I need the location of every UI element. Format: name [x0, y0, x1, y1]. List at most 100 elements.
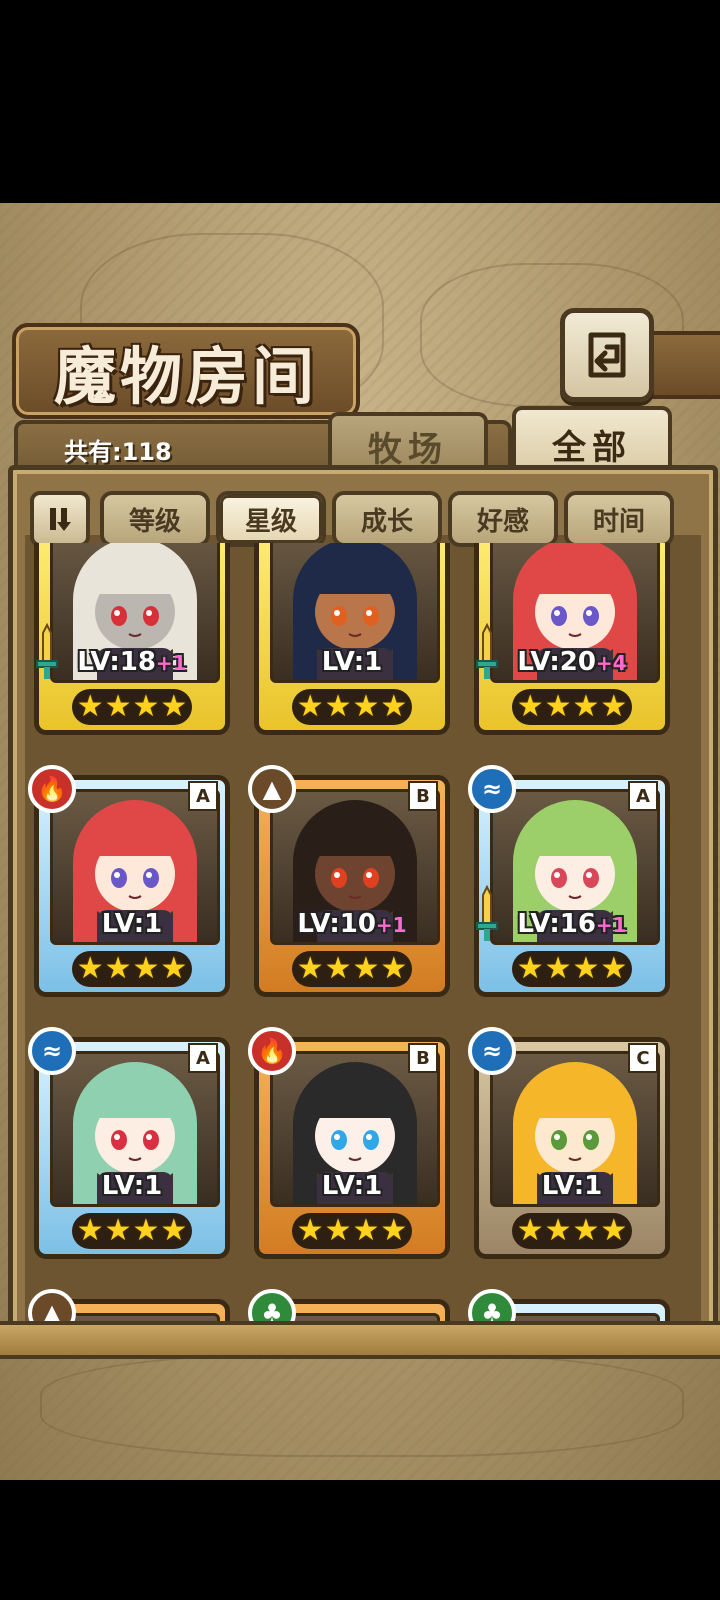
panel-bottom-rail — [0, 1321, 720, 1359]
map-decoration — [40, 1353, 684, 1457]
star-icon: ★ — [296, 1213, 324, 1248]
sort-order-toggle[interactable] — [30, 491, 90, 547]
navigation-bar-area — [0, 1480, 720, 1600]
star-icon: ★ — [516, 1213, 544, 1248]
page-title: 魔物房间 — [53, 340, 318, 413]
monster-level: LV:16+1 — [474, 909, 670, 939]
level-bonus: +1 — [155, 651, 187, 675]
star-icon: ★ — [572, 689, 600, 724]
star-icon: ★ — [104, 689, 132, 724]
star-icon: ★ — [516, 689, 544, 724]
monster-level: LV:20+4 — [474, 647, 670, 677]
monster-card[interactable]: LV:20+4 ★ ★ ★ ★ — [474, 543, 670, 735]
sort-button-affection[interactable]: 好感 — [448, 491, 558, 547]
sort-button-growth[interactable]: 成长 — [332, 491, 442, 547]
star-rating: ★ ★ ★ ★ — [72, 951, 192, 987]
star-rating: ★ ★ ★ ★ — [72, 689, 192, 725]
star-icon: ★ — [132, 1213, 160, 1248]
star-icon: ★ — [600, 1213, 628, 1248]
star-icon: ★ — [296, 689, 324, 724]
rank-badge: C — [628, 1043, 658, 1073]
star-icon: ★ — [380, 1213, 408, 1248]
level-text: LV:16 — [517, 909, 596, 939]
level-bonus: +1 — [595, 913, 627, 937]
title-plate: 魔物房间 — [12, 323, 360, 419]
level-text: LV:1 — [321, 647, 383, 677]
sort-button-time[interactable]: 时间 — [564, 491, 674, 547]
rank-badge: B — [408, 1043, 438, 1073]
earth-element-icon: ▲ — [248, 765, 296, 813]
star-rating: ★ ★ ★ ★ — [72, 1213, 192, 1249]
monster-level: LV:1 — [34, 1171, 230, 1201]
star-icon: ★ — [160, 951, 188, 986]
sort-button-level[interactable]: 等级 — [100, 491, 210, 547]
star-rating: ★ ★ ★ ★ — [292, 1213, 412, 1249]
star-icon: ★ — [352, 1213, 380, 1248]
water-element-icon: ≈ — [468, 1027, 516, 1075]
star-icon: ★ — [600, 689, 628, 724]
star-icon: ★ — [160, 1213, 188, 1248]
rank-badge: A — [188, 1043, 218, 1073]
star-rating: ★ ★ ★ ★ — [292, 689, 412, 725]
star-icon: ★ — [132, 951, 160, 986]
level-bonus: +4 — [595, 651, 627, 675]
rank-badge: A — [628, 781, 658, 811]
star-icon: ★ — [544, 689, 572, 724]
sort-toggle-icon — [50, 508, 71, 531]
monster-level: LV:1 — [254, 1171, 450, 1201]
star-icon: ★ — [544, 951, 572, 986]
monster-card[interactable]: LV:1 ★ ★ ★ ★ — [254, 543, 450, 735]
sort-button-star[interactable]: 星级 — [216, 491, 326, 547]
monster-card[interactable]: LV:10+1 ★ ★ ★ ★ ▲ B — [248, 765, 450, 997]
fire-element-icon: 🔥 — [28, 765, 76, 813]
star-rating: ★ ★ ★ ★ — [512, 951, 632, 987]
star-icon: ★ — [296, 951, 324, 986]
star-icon: ★ — [76, 689, 104, 724]
monster-level: LV:1 — [474, 1171, 670, 1201]
game-screen: 魔物房间 共有:118 牧场 全部 等级 星级 成长 好感 时间 LV:18+1… — [0, 203, 720, 1480]
star-icon: ★ — [380, 689, 408, 724]
star-icon: ★ — [572, 1213, 600, 1248]
monster-level: LV:1 — [254, 647, 450, 677]
water-element-icon: ≈ — [468, 765, 516, 813]
star-icon: ★ — [352, 689, 380, 724]
star-icon: ★ — [380, 951, 408, 986]
level-text: LV:1 — [101, 1171, 163, 1201]
back-button[interactable] — [560, 308, 654, 402]
status-bar-area — [0, 0, 720, 203]
monster-level: LV:10+1 — [254, 909, 450, 939]
monster-card[interactable]: LV:1 ★ ★ ★ ★ 🔥 A — [28, 765, 230, 997]
star-icon: ★ — [516, 951, 544, 986]
monster-card[interactable]: LV:1 ★ ★ ★ ★ ≈ C — [468, 1027, 670, 1259]
level-text: LV:20 — [517, 647, 596, 677]
level-bonus: +1 — [375, 913, 407, 937]
monster-card[interactable]: LV:1 ★ ★ ★ ★ 🔥 B — [248, 1027, 450, 1259]
monster-grid: LV:18+1 ★ ★ ★ ★ LV:1 ★ ★ ★ ★ LV:20+4 ★ ★ ★ ★ LV:1 ★ ★ ★ ★ 🔥 A… — [20, 543, 696, 1328]
star-icon: ★ — [104, 951, 132, 986]
star-icon: ★ — [324, 1213, 352, 1248]
monster-card[interactable]: LV:1 ★ ★ ★ ★ ≈ A — [28, 1027, 230, 1259]
star-icon: ★ — [324, 951, 352, 986]
star-icon: ★ — [160, 689, 188, 724]
star-icon: ★ — [544, 1213, 572, 1248]
level-text: LV:1 — [541, 1171, 603, 1201]
rank-badge: B — [408, 781, 438, 811]
return-arrow-icon — [588, 332, 626, 378]
star-icon: ★ — [352, 951, 380, 986]
water-element-icon: ≈ — [28, 1027, 76, 1075]
level-text: LV:18 — [77, 647, 156, 677]
star-icon: ★ — [324, 689, 352, 724]
monster-level: LV:18+1 — [34, 647, 230, 677]
star-icon: ★ — [132, 689, 160, 724]
monster-level: LV:1 — [34, 909, 230, 939]
fire-element-icon: 🔥 — [248, 1027, 296, 1075]
star-rating: ★ ★ ★ ★ — [512, 1213, 632, 1249]
rank-badge: A — [188, 781, 218, 811]
star-icon: ★ — [104, 1213, 132, 1248]
star-icon: ★ — [572, 951, 600, 986]
monster-card[interactable]: LV:16+1 ★ ★ ★ ★ ≈ A — [468, 765, 670, 997]
star-icon: ★ — [76, 951, 104, 986]
monster-card[interactable]: LV:18+1 ★ ★ ★ ★ — [34, 543, 230, 735]
level-text: LV:10 — [297, 909, 376, 939]
star-rating: ★ ★ ★ ★ — [512, 689, 632, 725]
